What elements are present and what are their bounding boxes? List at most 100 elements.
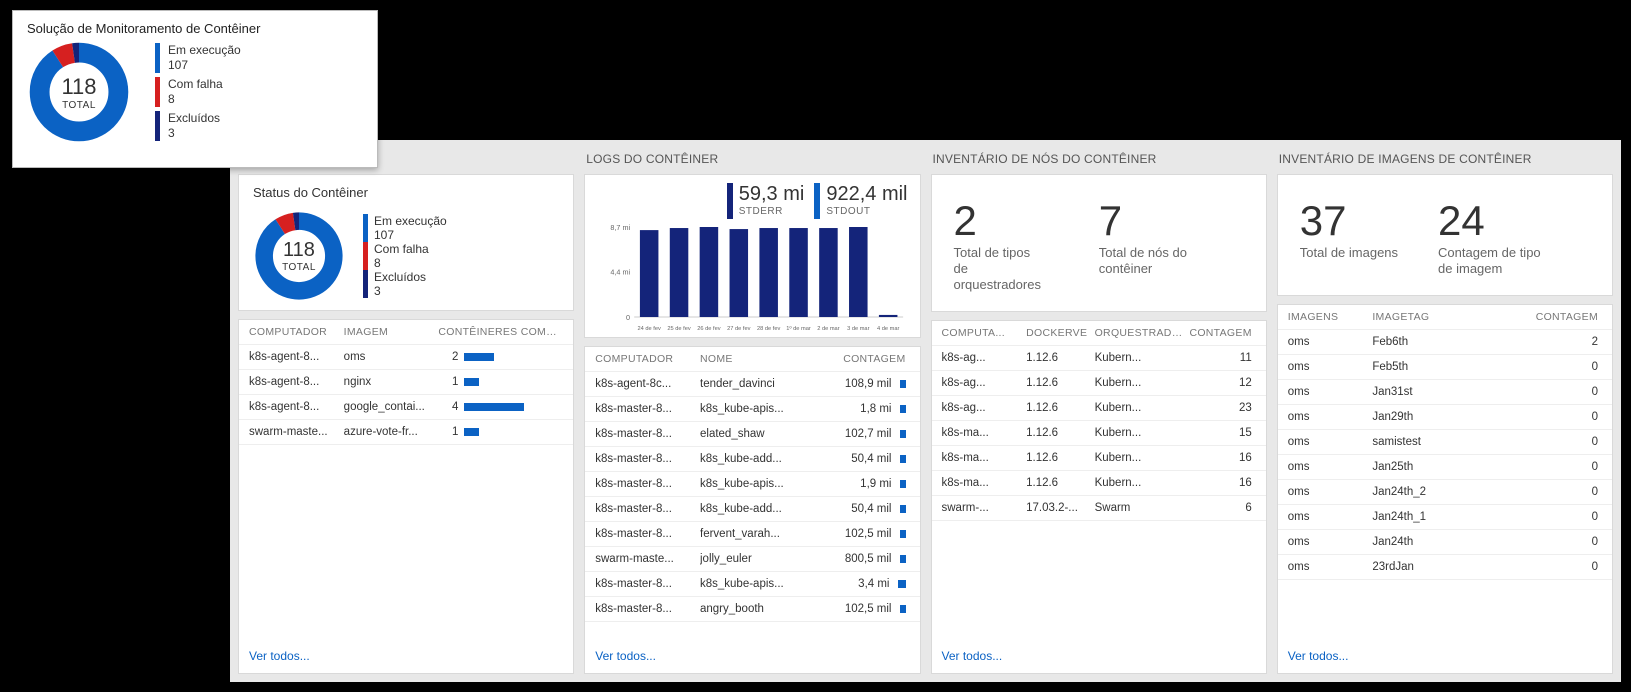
table-row[interactable]: k8s-agent-8c... tender_davinci 108,9 mil (585, 372, 919, 397)
table-row[interactable]: oms Feb5th 0 (1278, 355, 1612, 380)
col-images: INVENTÁRIO DE IMAGENS DE CONTÊINER 37 To… (1277, 148, 1613, 674)
cell-name: k8s_kube-apis... (700, 478, 814, 490)
col-header: COMPUTADOR (249, 326, 344, 338)
view-all-link[interactable]: Ver todos... (595, 649, 656, 663)
table-row[interactable]: oms 23rdJan 0 (1278, 555, 1612, 580)
cell-count: 12 (1187, 377, 1255, 389)
legend-label: Excluídos (374, 270, 426, 284)
legend-label: Em execução (374, 214, 447, 228)
cell-count: 1,9 mi (860, 478, 891, 490)
cell-image: oms (1288, 561, 1373, 573)
table-row[interactable]: k8s-master-8... fervent_varah... 102,5 m… (585, 522, 919, 547)
table-row[interactable]: k8s-agent-8... google_contai... 4 (239, 395, 573, 420)
metric-value: 2 (954, 197, 1059, 245)
table-row[interactable]: k8s-ma... 1.12.6 Kubern... 16 (932, 471, 1266, 496)
view-all-link[interactable]: Ver todos... (1288, 649, 1349, 663)
kpi-label: STDOUT (826, 206, 870, 217)
legend-label: Com falha (168, 77, 223, 92)
table-row[interactable]: oms Feb6th 2 (1278, 330, 1612, 355)
table-row[interactable]: k8s-ag... 1.12.6 Kubern... 23 (932, 396, 1266, 421)
cell-imagetag: Jan24th_1 (1372, 511, 1497, 523)
table-row[interactable]: oms Jan24th_1 0 (1278, 505, 1612, 530)
cell-computer: k8s-ma... (942, 452, 1027, 464)
cell-image: oms (1288, 436, 1373, 448)
table-row[interactable]: k8s-master-8... elated_shaw 102,7 mil (585, 422, 919, 447)
table-row[interactable]: oms Jan29th 0 (1278, 405, 1612, 430)
cell-count: 102,5 mil (845, 603, 892, 615)
table-row[interactable]: oms Jan24th_2 0 (1278, 480, 1612, 505)
svg-text:8,7 mi: 8,7 mi (611, 224, 631, 232)
table-row[interactable]: k8s-master-8... k8s_kube-apis... 1,9 mi (585, 472, 919, 497)
dashboard: Status do Contêiner 118 TOTAL Em execuçã… (230, 140, 1621, 682)
kpi-value: 922,4 mil (826, 183, 907, 206)
cell-name: fervent_varah... (700, 528, 814, 540)
metric-value: 37 (1300, 197, 1398, 245)
table-row[interactable]: k8s-master-8... k8s_kube-add... 50,4 mil (585, 447, 919, 472)
cell-image: oms (1288, 486, 1373, 498)
cell-count: 0 (1497, 361, 1602, 373)
cell-image: oms (344, 351, 439, 363)
legend-color-bar (155, 43, 160, 73)
cell-dockerve: 1.12.6 (1026, 427, 1094, 439)
status-summary-tile[interactable]: Status do Contêiner 118 TOTAL Em execuçã… (238, 174, 574, 311)
table-row[interactable]: k8s-ag... 1.12.6 Kubern... 12 (932, 371, 1266, 396)
nodes-summary-tile[interactable]: 2 Total de tiposde orquestradores7 Total… (931, 174, 1267, 312)
cell-computer: k8s-ma... (942, 427, 1027, 439)
cell-imagetag: Jan24th_2 (1372, 486, 1497, 498)
col-header: IMAGENS (1288, 311, 1373, 323)
cell-orchestrator: Kubern... (1095, 427, 1188, 439)
bar-indicator (900, 530, 906, 538)
bar-indicator (898, 580, 906, 588)
cell-count: 2 (1497, 336, 1602, 348)
images-summary-tile[interactable]: 37 Total de imagens24 Contagem de tipode… (1277, 174, 1613, 296)
metric-label: Total de tiposde orquestradores (954, 245, 1059, 293)
cell-dockerve: 1.12.6 (1026, 377, 1094, 389)
cell-imagetag: Jan31st (1372, 386, 1497, 398)
table-row[interactable]: k8s-ma... 1.12.6 Kubern... 16 (932, 446, 1266, 471)
cell-image: oms (1288, 361, 1373, 373)
table-row[interactable]: k8s-master-8... k8s_kube-apis... 1,8 mi (585, 397, 919, 422)
table-row[interactable]: k8s-master-8... angry_booth 102,5 mil (585, 597, 919, 622)
bar-indicator (900, 480, 906, 488)
cell-computer: k8s-master-8... (595, 503, 700, 515)
table-row[interactable]: k8s-agent-8... oms 2 (239, 345, 573, 370)
overlay-title: Solução de Monitoramento de Contêiner (27, 21, 363, 36)
table-row[interactable]: oms Jan31st 0 (1278, 380, 1612, 405)
cell-computer: k8s-ag... (942, 352, 1027, 364)
table-row[interactable]: k8s-master-8... k8s_kube-add... 50,4 mil (585, 497, 919, 522)
bar-indicator (900, 605, 906, 613)
status-donut-total-label: TOTAL (282, 262, 316, 273)
bar-indicator (900, 405, 906, 413)
bar-indicator (464, 378, 479, 386)
legend-color-bar (155, 77, 160, 107)
table-row[interactable]: oms Jan25th 0 (1278, 455, 1612, 480)
table-row[interactable]: k8s-ma... 1.12.6 Kubern... 15 (932, 421, 1266, 446)
cell-orchestrator: Kubern... (1095, 477, 1188, 489)
col-header: NOME (700, 353, 814, 365)
table-row[interactable]: swarm-maste... azure-vote-fr... 1 (239, 420, 573, 445)
bar-indicator (464, 428, 479, 436)
legend-value: 3 (168, 126, 220, 141)
table-row[interactable]: k8s-agent-8... nginx 1 (239, 370, 573, 395)
cell-count: 3,4 mi (858, 578, 889, 590)
logs-summary-tile[interactable]: 59,3 mi STDERR 922,4 mil STDOUT 8,7 mi4,… (584, 174, 920, 338)
donut-chart: 118 TOTAL (27, 40, 131, 144)
table-row[interactable]: k8s-master-8... k8s_kube-apis... 3,4 mi (585, 572, 919, 597)
table-row[interactable]: swarm-... 17.03.2-... Swarm 6 (932, 496, 1266, 521)
cell-count: 2 (438, 351, 458, 363)
table-row[interactable]: swarm-maste... jolly_euler 800,5 mil (585, 547, 919, 572)
cell-count: 0 (1497, 536, 1602, 548)
svg-text:3 de mar: 3 de mar (847, 326, 870, 332)
table-row[interactable]: oms Jan24th 0 (1278, 530, 1612, 555)
view-all-link[interactable]: Ver todos... (942, 649, 1003, 663)
view-all-link[interactable]: Ver todos... (249, 649, 310, 663)
legend-value: 107 (374, 228, 447, 242)
table-row[interactable]: k8s-ag... 1.12.6 Kubern... 11 (932, 346, 1266, 371)
cell-computer: k8s-agent-8... (249, 401, 344, 413)
table-row[interactable]: oms samistest 0 (1278, 430, 1612, 455)
cell-orchestrator: Swarm (1095, 502, 1188, 514)
kpi-label: STDERR (739, 206, 783, 217)
status-legend: Em execução 107 Com falha 8 Excluídos 3 (363, 214, 447, 298)
col-header: CONTAGEM (1497, 311, 1602, 323)
legend-value: 107 (168, 58, 241, 73)
